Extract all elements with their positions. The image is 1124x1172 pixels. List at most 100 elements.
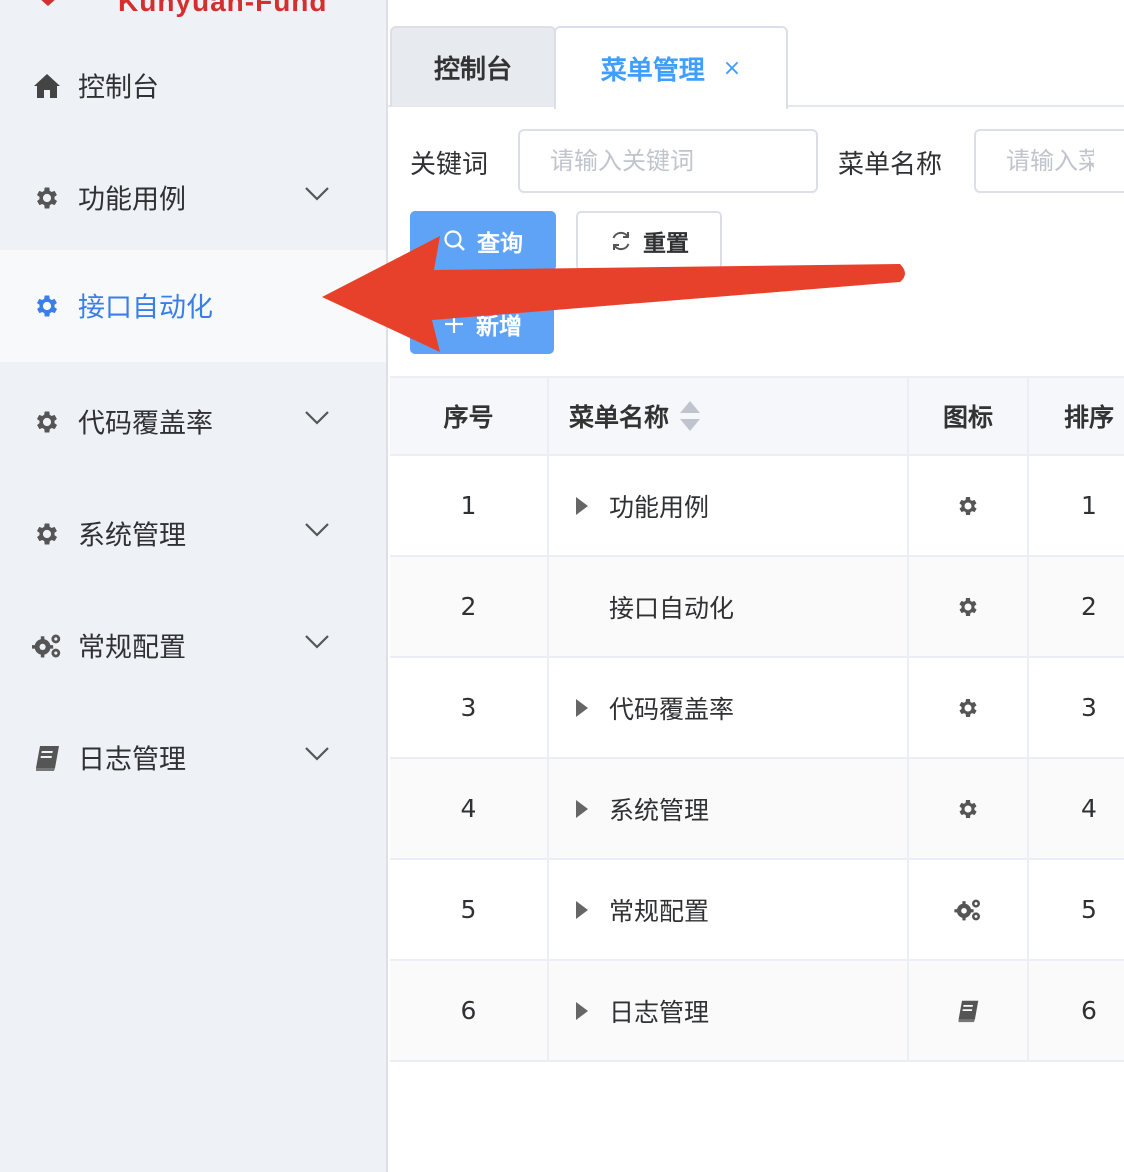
caret-right-icon[interactable] [571,697,593,719]
query-button-label: 查询 [477,231,523,257]
sidebar-item-dashboard[interactable]: 控制台 [0,30,386,142]
row-name: 系统管理 [609,795,710,825]
book-icon [32,743,62,773]
menu-name-input[interactable] [974,129,1124,193]
gear-icon [32,519,62,549]
row-icon-cell [909,557,1029,656]
chevron-down-icon [305,411,329,425]
column-header-index: 序号 [390,378,549,454]
row-index: 1 [390,456,549,555]
row-icon-cell [909,961,1029,1060]
gears-icon [954,899,980,920]
sidebar-item-label: 功能用例 [78,184,186,216]
column-header-label: 菜单名称 [569,403,670,432]
sort-caret-icon[interactable] [679,399,701,433]
sidebar-item-general-config[interactable]: 常规配置 [0,590,386,702]
caret-right-icon[interactable] [571,1000,593,1022]
gears-icon [32,631,62,661]
row-name-cell: 代码覆盖率 [549,658,909,757]
row-index: 5 [390,860,549,959]
plus-icon [442,312,466,336]
row-index: 4 [390,759,549,858]
row-name-cell: 功能用例 [549,456,909,555]
tab-bar: 控制台 菜单管理 × [388,26,1124,109]
table-row[interactable]: 3 代码覆盖率 3 [390,658,1124,759]
book-icon [958,1000,979,1022]
table-row[interactable]: 2 接口自动化 2 [390,557,1124,658]
add-button[interactable]: 新增 [410,294,554,354]
table-header-row: 序号 菜单名称 图标 排序 [390,378,1124,456]
keyword-input[interactable] [518,129,818,193]
row-order: 5 [1081,895,1097,924]
sidebar-item-label: 常规配置 [78,632,186,664]
close-icon[interactable]: × [723,56,741,81]
refresh-icon [609,229,633,253]
row-icon-cell [909,759,1029,858]
row-icon-cell [909,658,1029,757]
column-header-icon: 图标 [909,378,1029,454]
gear-icon [32,291,62,321]
row-order: 6 [1081,996,1097,1025]
tab-label: 控制台 [433,55,512,85]
query-button[interactable]: 查询 [410,211,556,271]
chevron-down-icon [305,747,329,761]
chevron-down-icon [305,523,329,537]
row-name-cell: 日志管理 [549,961,909,1060]
row-order: 2 [1081,592,1097,621]
sidebar-item-label: 系统管理 [78,520,186,552]
gear-icon [959,799,977,818]
row-order: 3 [1081,693,1097,722]
row-order: 1 [1081,491,1097,520]
menu-name-label: 菜单名称 [838,150,943,180]
gear-icon [32,407,62,437]
caret-right-icon[interactable] [571,495,593,517]
reset-button-label: 重置 [643,231,689,257]
sidebar-item-function-cases[interactable]: 功能用例 [0,142,386,254]
row-name: 日志管理 [609,997,710,1027]
caret-right-icon[interactable] [571,798,593,820]
row-index: 6 [390,961,549,1060]
brand: Kunyuan-Fund [0,0,388,17]
sidebar-item-system-management[interactable]: 系统管理 [0,478,386,590]
row-icon-cell [909,456,1029,555]
sidebar-item-api-automation[interactable]: 接口自动化 [0,250,386,362]
menu-table: 序号 菜单名称 图标 排序 1 功能用例 1 2 接口自动化 2 3 代码覆盖率… [390,376,1124,1062]
row-name-cell: 常规配置 [549,860,909,959]
tab-dashboard[interactable]: 控制台 [390,26,556,107]
tab-label: 菜单管理 [600,56,705,86]
row-name: 功能用例 [609,492,710,522]
sidebar-item-code-coverage[interactable]: 代码覆盖率 [0,366,386,478]
gear-icon [959,597,977,616]
sidebar-item-label: 控制台 [78,72,159,104]
row-index: 3 [390,658,549,757]
gear-icon [32,183,62,213]
column-header-menu-name[interactable]: 菜单名称 [549,378,909,454]
chevron-down-icon [305,635,329,649]
row-icon-cell [909,860,1029,959]
row-name: 接口自动化 [609,593,735,623]
gear-icon [959,496,977,515]
sidebar-item-log-management[interactable]: 日志管理 [0,702,386,814]
search-icon [443,229,467,253]
table-row[interactable]: 6 日志管理 6 [390,961,1124,1062]
caret-right-icon[interactable] [571,899,593,921]
reset-button[interactable]: 重置 [576,211,722,271]
sidebar: Kunyuan-Fund 控制台 功能用例 接口自动化 代码覆盖率 系统管理 常… [0,0,388,1172]
brand-logo-icon [41,0,55,6]
brand-name: Kunyuan-Fund [118,0,328,17]
row-name-cell: 接口自动化 [549,557,909,656]
row-name: 代码覆盖率 [609,694,735,724]
sidebar-item-label: 代码覆盖率 [78,408,213,440]
tab-menu-management[interactable]: 菜单管理 × [554,26,788,109]
table-row[interactable]: 5 常规配置 5 [390,860,1124,961]
table-row[interactable]: 1 功能用例 1 [390,456,1124,557]
sidebar-item-label: 接口自动化 [78,292,213,324]
row-name: 常规配置 [609,896,710,926]
add-button-label: 新增 [476,314,522,340]
table-row[interactable]: 4 系统管理 4 [390,759,1124,860]
row-order: 4 [1081,794,1097,823]
sidebar-item-label: 日志管理 [78,744,186,776]
row-name-cell: 系统管理 [549,759,909,858]
row-index: 2 [390,557,549,656]
keyword-label: 关键词 [410,150,489,180]
